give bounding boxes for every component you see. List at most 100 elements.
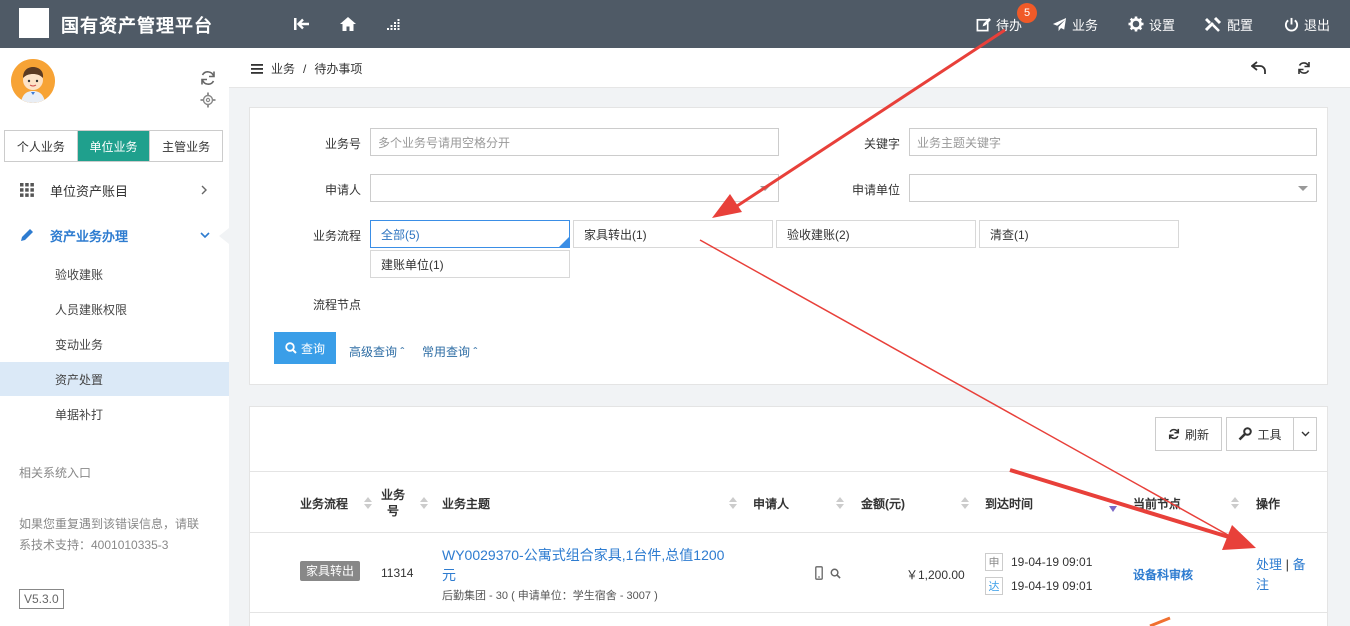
- refresh-icon[interactable]: [199, 69, 217, 87]
- nav-settings[interactable]: 设置: [1128, 14, 1175, 34]
- keyword-input[interactable]: 业务主题关键字: [909, 128, 1317, 156]
- app-title: 国有资产管理平台: [61, 16, 213, 36]
- col-action: 操作: [1256, 496, 1281, 511]
- gear-icon[interactable]: [199, 91, 217, 109]
- col-biz-no-line2: 号: [387, 504, 400, 518]
- flow-label: 业务流程: [312, 229, 361, 243]
- advanced-query-label: 高级查询: [349, 345, 398, 359]
- sort-icon[interactable]: [836, 497, 844, 509]
- tab-personal-business[interactable]: 个人业务: [5, 131, 78, 161]
- wrench-icon: [1239, 427, 1253, 441]
- menu-unit-asset-ledger[interactable]: 单位资产账目: [0, 174, 229, 206]
- flow-filter-account-unit[interactable]: 建账单位(1): [370, 250, 570, 278]
- flow-filter-inventory[interactable]: 清查(1): [979, 220, 1179, 248]
- breadcrumb-root[interactable]: 业务: [271, 60, 295, 77]
- menu-unit-asset-ledger-label: 单位资产账目: [50, 183, 129, 199]
- tab-supervisor-business[interactable]: 主管业务: [150, 131, 222, 161]
- sort-icon[interactable]: [420, 497, 428, 509]
- pencil-icon: [21, 229, 33, 241]
- search-icon[interactable]: [830, 568, 841, 579]
- biz-no-input[interactable]: 多个业务号请用空格分开: [370, 128, 779, 156]
- signal-icon[interactable]: [384, 14, 404, 34]
- related-systems-link[interactable]: 相关系统入口: [19, 463, 91, 484]
- nav-business-label: 业务: [1072, 17, 1099, 33]
- col-current-node[interactable]: 当前节点: [1133, 472, 1181, 534]
- arrive-mark: 达: [985, 577, 1003, 595]
- back-icon[interactable]: [1251, 61, 1267, 75]
- sort-icon[interactable]: [1231, 497, 1239, 509]
- col-subject[interactable]: 业务主题: [442, 472, 490, 534]
- row-amount: ￥1,200.00: [906, 568, 965, 582]
- col-amount[interactable]: 金额(元): [861, 472, 905, 534]
- row-flow-tag: 家具转出: [300, 561, 361, 581]
- nav-config[interactable]: 配置: [1204, 14, 1253, 34]
- phone-icon[interactable]: [815, 566, 823, 580]
- apply-mark: 申: [985, 553, 1003, 571]
- version-label: V5.3.0: [19, 589, 64, 609]
- common-query-link[interactable]: 常用查询 ˆ: [422, 343, 477, 360]
- business-scope-tabs: 个人业务 单位业务 主管业务: [4, 130, 223, 162]
- menu-asset-business[interactable]: 资产业务办理: [0, 219, 229, 251]
- col-flow[interactable]: 业务流程: [300, 472, 348, 534]
- refresh-button-label: 刷新: [1184, 427, 1209, 442]
- submenu-acceptance-accounting[interactable]: 验收建账: [0, 257, 229, 291]
- col-biz-no-line1: 业务: [381, 488, 406, 502]
- action-separator: |: [1285, 557, 1290, 572]
- reload-icon[interactable]: [1297, 61, 1311, 75]
- handle-link[interactable]: 处理: [1256, 557, 1282, 572]
- menu-icon[interactable]: [251, 63, 263, 74]
- tools-dropdown-toggle[interactable]: [1293, 417, 1317, 451]
- col-arrive-time[interactable]: 到达时间: [985, 472, 1033, 534]
- nav-logout[interactable]: 退出: [1284, 14, 1330, 34]
- applicant-select[interactable]: [370, 174, 779, 202]
- row-current-node[interactable]: 设备科审核: [1133, 566, 1193, 583]
- query-button-label: 查询: [300, 341, 325, 356]
- submenu-change-business[interactable]: 变动业务: [0, 327, 229, 361]
- flow-filter-acceptance[interactable]: 验收建账(2): [776, 220, 976, 248]
- breadcrumb-separator: /: [303, 61, 307, 76]
- col-applicant[interactable]: 申请人: [753, 472, 789, 534]
- common-query-label: 常用查询: [422, 345, 471, 359]
- results-panel: 刷新 工具 业务流程 业务 号 业务主题 申请人 金额(元) 到达时间 当前节点…: [249, 406, 1328, 626]
- chevron-right-icon: [201, 185, 207, 195]
- nav-business[interactable]: 业务: [1052, 14, 1098, 34]
- sort-desc-icon[interactable]: [1109, 502, 1117, 514]
- row-subject-line1: WY0029370-公寓式组合家具,1台件,总值1200: [442, 547, 725, 563]
- refresh-button[interactable]: 刷新: [1155, 417, 1222, 451]
- sort-icon[interactable]: [364, 497, 372, 509]
- chevron-down-icon: [760, 186, 770, 191]
- app-logo: [19, 8, 49, 38]
- home-icon[interactable]: [338, 14, 358, 34]
- nav-pending[interactable]: 待办: [976, 14, 1022, 34]
- submenu-asset-disposal[interactable]: 资产处置: [0, 362, 229, 396]
- tab-unit-business[interactable]: 单位业务: [77, 131, 151, 161]
- col-biz-no[interactable]: 业务 号: [381, 472, 405, 534]
- submenu-document-reprint[interactable]: 单据补打: [0, 397, 229, 431]
- advanced-query-link[interactable]: 高级查询 ˆ: [349, 343, 404, 360]
- nav-logout-label: 退出: [1304, 17, 1331, 33]
- chevron-up-icon: ˆ: [473, 345, 478, 359]
- avatar[interactable]: [11, 59, 55, 103]
- flow-filter-furniture-out[interactable]: 家具转出(1): [573, 220, 773, 248]
- note-link-part2[interactable]: 注: [1256, 575, 1306, 595]
- flow-filter-all[interactable]: 全部(5): [370, 220, 570, 248]
- query-button[interactable]: 查询: [274, 332, 336, 364]
- row-subject-line2: 元: [442, 567, 456, 583]
- paper-plane-icon: [1052, 17, 1067, 31]
- grid-icon: [20, 183, 34, 197]
- collapse-sidebar-icon[interactable]: [292, 14, 312, 34]
- applicant-unit-select[interactable]: [909, 174, 1317, 202]
- chevron-up-icon: ˆ: [400, 345, 405, 359]
- nav-config-label: 配置: [1227, 17, 1254, 33]
- row-apply-time: 申 19-04-19 09:01: [985, 553, 1092, 571]
- note-link-part1[interactable]: 备: [1293, 557, 1306, 572]
- sort-icon[interactable]: [729, 497, 737, 509]
- breadcrumb-current: 待办事项: [314, 62, 363, 76]
- breadcrumb: 业务 / 待办事项: [251, 60, 362, 77]
- tools-button[interactable]: 工具: [1226, 417, 1294, 451]
- row-subject-link[interactable]: WY0029370-公寓式组合家具,1台件,总值1200 元: [442, 545, 724, 585]
- apply-time-value: 19-04-19 09:01: [1011, 555, 1093, 569]
- submenu-staff-accounting-permission[interactable]: 人员建账权限: [0, 292, 229, 326]
- sort-icon[interactable]: [961, 497, 969, 509]
- row-arrive-time: 达 19-04-19 09:01: [985, 577, 1092, 595]
